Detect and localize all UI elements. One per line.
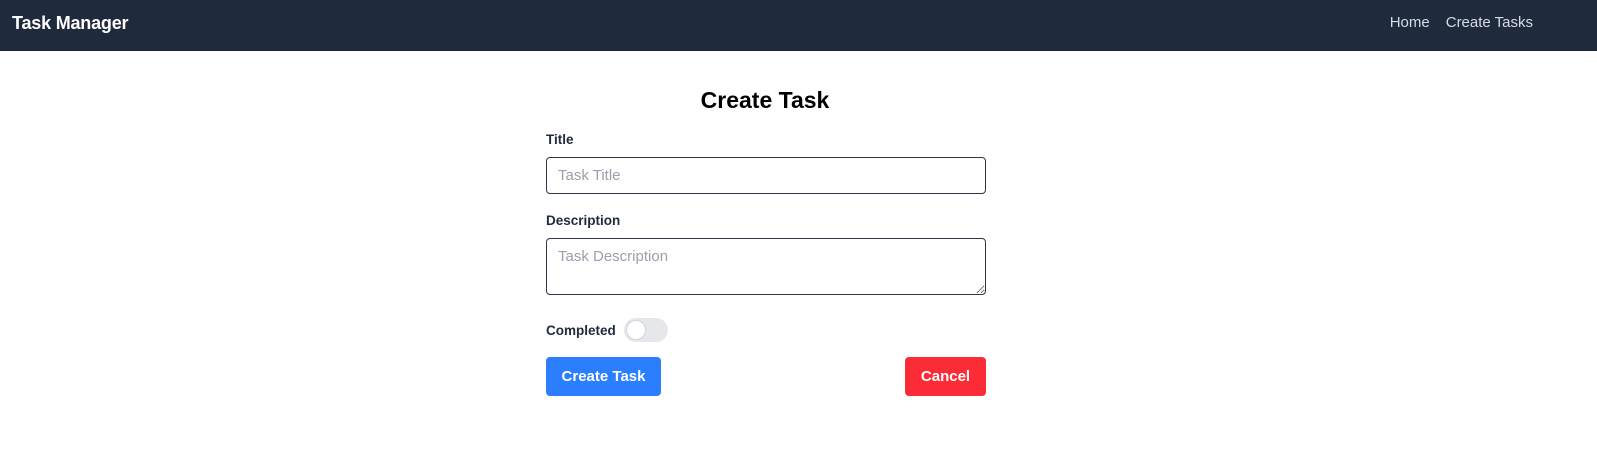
nav-link-create-tasks[interactable]: Create Tasks	[1446, 14, 1533, 31]
nav-links: Home Create Tasks	[1390, 14, 1533, 31]
cancel-button[interactable]: Cancel	[905, 357, 986, 396]
completed-row: Completed	[546, 318, 668, 342]
toggle-knob	[625, 320, 646, 340]
page-title: Create Task	[700, 87, 830, 113]
description-label: Description	[546, 213, 621, 228]
description-textarea[interactable]	[546, 238, 986, 295]
completed-label: Completed	[546, 322, 616, 338]
title-input[interactable]	[546, 157, 986, 194]
create-task-button[interactable]: Create Task	[546, 357, 661, 396]
nav-link-home[interactable]: Home	[1390, 14, 1430, 31]
navbar: Task Manager Home Create Tasks	[0, 0, 1597, 51]
brand-logo-text[interactable]: Task Manager	[12, 13, 129, 34]
completed-toggle[interactable]	[623, 318, 668, 342]
title-label: Title	[546, 132, 574, 147]
